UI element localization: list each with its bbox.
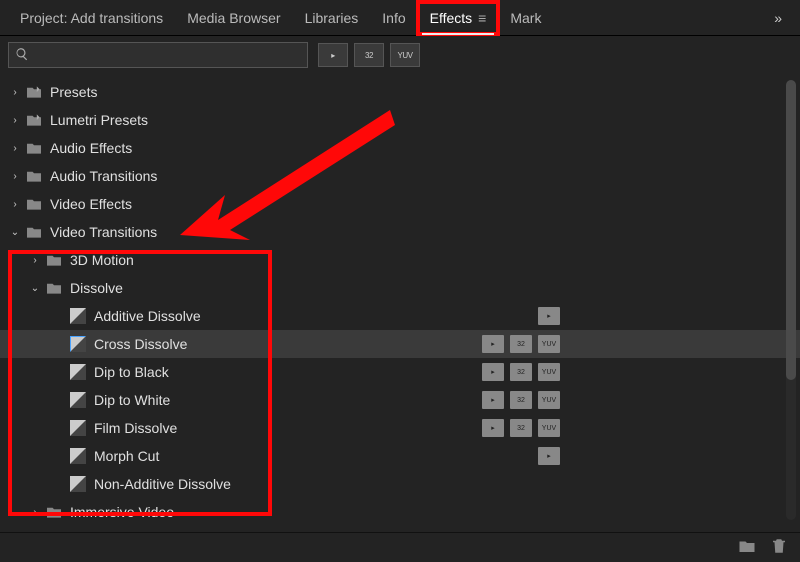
tree-label: Audio Transitions xyxy=(50,168,157,184)
trash-icon[interactable] xyxy=(770,537,788,558)
chevron-right-icon[interactable]: › xyxy=(8,141,22,155)
chevron-right-icon[interactable]: › xyxy=(8,197,22,211)
tree-item-non-additive-dissolve[interactable]: Non-Additive Dissolve xyxy=(0,470,800,498)
badge-accel-icon: ▸ xyxy=(538,307,560,325)
tabs-overflow-button[interactable]: » xyxy=(764,4,792,32)
transition-icon xyxy=(68,476,88,492)
tab-project[interactable]: Project: Add transitions xyxy=(8,2,175,34)
tree-item-immersive-video[interactable]: › Immersive Video xyxy=(0,498,800,526)
tree-label: Film Dissolve xyxy=(94,420,177,436)
tree-label: Audio Effects xyxy=(50,140,132,156)
tree-item-dissolve[interactable]: ⌄ Dissolve xyxy=(0,274,800,302)
folder-icon xyxy=(24,168,44,184)
tree-item-dip-to-white[interactable]: Dip to White ▸ 32 YUV xyxy=(0,386,800,414)
badge-accelerated[interactable]: ▸ xyxy=(318,43,348,67)
tree-item-3d-motion[interactable]: › 3D Motion xyxy=(0,246,800,274)
chevron-down-icon[interactable]: ⌄ xyxy=(8,225,22,239)
tree-label: Video Effects xyxy=(50,196,132,212)
tree-label: Immersive Video xyxy=(70,504,174,520)
tree-label: 3D Motion xyxy=(70,252,134,268)
search-icon xyxy=(15,47,29,64)
tree-item-video-effects[interactable]: › Video Effects xyxy=(0,190,800,218)
effects-search-row: ▸ 32 YUV xyxy=(0,36,800,74)
chevron-right-icon[interactable]: › xyxy=(8,169,22,183)
tab-effects[interactable]: Effects≡ xyxy=(418,2,499,34)
badge-accel-icon: ▸ xyxy=(482,335,504,353)
badge-accel-icon: ▸ xyxy=(482,363,504,381)
badge-32-icon: 32 xyxy=(510,363,532,381)
transition-icon xyxy=(68,392,88,408)
tree-item-dip-to-black[interactable]: Dip to Black ▸ 32 YUV xyxy=(0,358,800,386)
scrollbar-thumb[interactable] xyxy=(786,80,796,380)
tree-item-video-transitions[interactable]: ⌄ Video Transitions xyxy=(0,218,800,246)
search-input[interactable] xyxy=(33,48,301,63)
tree-label: Lumetri Presets xyxy=(50,112,148,128)
badge-yuv[interactable]: YUV xyxy=(390,43,420,67)
chevron-right-icon[interactable]: › xyxy=(28,505,42,519)
transition-icon xyxy=(68,448,88,464)
folder-icon xyxy=(44,252,64,268)
presets-icon xyxy=(24,112,44,128)
filter-badges: ▸ 32 YUV xyxy=(318,43,420,67)
badge-yuv-icon: YUV xyxy=(538,335,560,353)
tree-label: Dip to Black xyxy=(94,364,169,380)
chevron-right-icon[interactable]: › xyxy=(8,85,22,99)
tab-media-browser[interactable]: Media Browser xyxy=(175,2,292,34)
panel-tabs: Project: Add transitions Media Browser L… xyxy=(0,0,800,36)
tree-item-presets[interactable]: › Presets xyxy=(0,78,800,106)
folder-icon xyxy=(44,280,64,296)
chevron-down-icon[interactable]: ⌄ xyxy=(28,281,42,295)
badge-accel-icon: ▸ xyxy=(482,419,504,437)
tree-label: Cross Dissolve xyxy=(94,336,187,352)
tree-label: Video Transitions xyxy=(50,224,157,240)
transition-icon xyxy=(68,336,88,352)
tree-item-film-dissolve[interactable]: Film Dissolve ▸ 32 YUV xyxy=(0,414,800,442)
transition-icon xyxy=(68,420,88,436)
tree-label: Presets xyxy=(50,84,97,100)
tree-item-morph-cut[interactable]: Morph Cut ▸ xyxy=(0,442,800,470)
tree-item-audio-effects[interactable]: › Audio Effects xyxy=(0,134,800,162)
chevron-right-icon[interactable]: › xyxy=(28,253,42,267)
new-bin-icon[interactable] xyxy=(738,537,756,558)
effects-tree: › Presets › Lumetri Presets › Audio Effe… xyxy=(0,74,800,532)
transition-icon xyxy=(68,308,88,324)
tree-label: Non-Additive Dissolve xyxy=(94,476,231,492)
folder-icon xyxy=(24,196,44,212)
presets-icon xyxy=(24,84,44,100)
badge-32-icon: 32 xyxy=(510,391,532,409)
panel-footer xyxy=(0,532,800,562)
tree-item-additive-dissolve[interactable]: Additive Dissolve ▸ xyxy=(0,302,800,330)
tab-markers[interactable]: Mark xyxy=(498,2,553,34)
tree-label: Additive Dissolve xyxy=(94,308,201,324)
badge-yuv-icon: YUV xyxy=(538,391,560,409)
badge-32bit[interactable]: 32 xyxy=(354,43,384,67)
badge-32-icon: 32 xyxy=(510,335,532,353)
badge-yuv-icon: YUV xyxy=(538,419,560,437)
transition-icon xyxy=(68,364,88,380)
badge-accel-icon: ▸ xyxy=(538,447,560,465)
tree-item-cross-dissolve[interactable]: Cross Dissolve ▸ 32 YUV xyxy=(0,330,800,358)
vertical-scrollbar[interactable] xyxy=(786,80,796,520)
badge-yuv-icon: YUV xyxy=(538,363,560,381)
folder-icon xyxy=(24,140,44,156)
effects-search-box[interactable] xyxy=(8,42,308,68)
tree-item-audio-transitions[interactable]: › Audio Transitions xyxy=(0,162,800,190)
tab-libraries[interactable]: Libraries xyxy=(293,2,371,34)
tree-label: Morph Cut xyxy=(94,448,159,464)
folder-icon xyxy=(44,504,64,520)
folder-icon xyxy=(24,224,44,240)
tab-info[interactable]: Info xyxy=(370,2,417,34)
tree-label: Dip to White xyxy=(94,392,170,408)
chevron-right-icon[interactable]: › xyxy=(8,113,22,127)
panel-menu-icon[interactable]: ≡ xyxy=(478,10,486,26)
tree-label: Dissolve xyxy=(70,280,123,296)
tree-item-lumetri-presets[interactable]: › Lumetri Presets xyxy=(0,106,800,134)
badge-accel-icon: ▸ xyxy=(482,391,504,409)
badge-32-icon: 32 xyxy=(510,419,532,437)
